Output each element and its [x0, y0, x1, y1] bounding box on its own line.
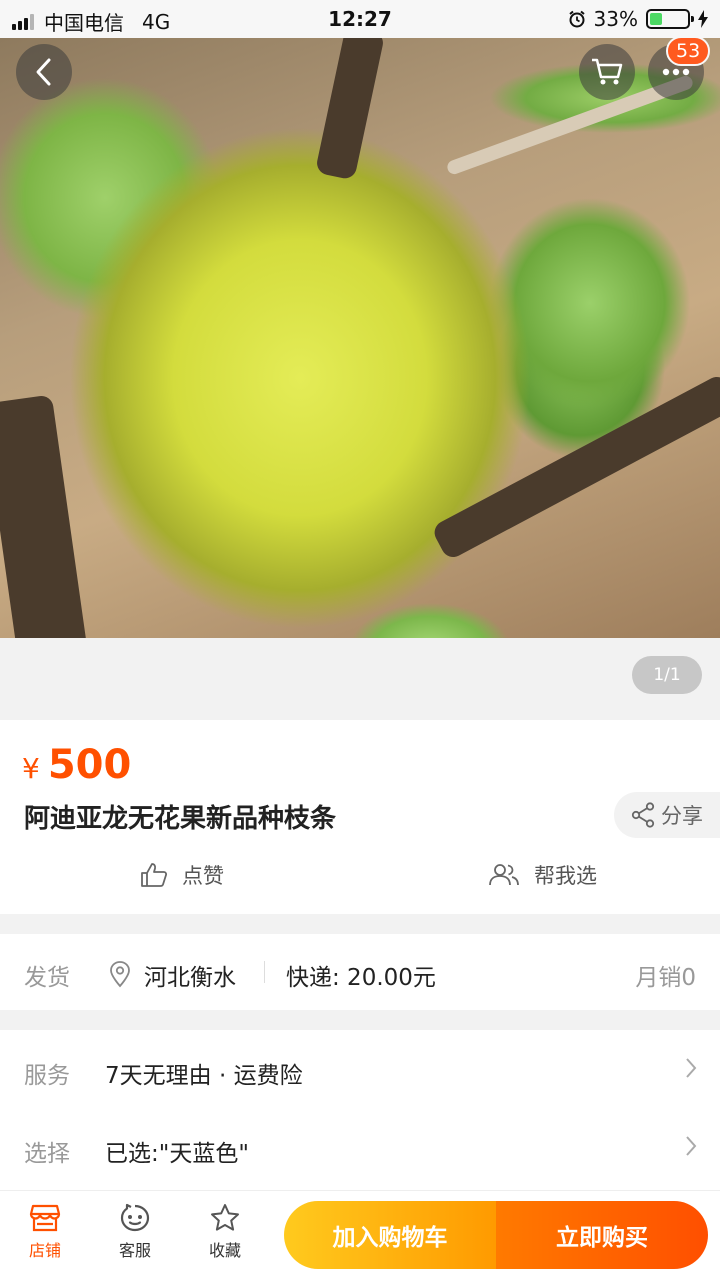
divider: [264, 961, 265, 983]
favorite-label: 收藏: [208, 1241, 241, 1260]
gallery-footer: [0, 638, 720, 720]
location-pin-icon: [110, 961, 130, 988]
select-variant-row[interactable]: 选择 已选:"天蓝色": [0, 1128, 720, 1168]
service-row[interactable]: 服务 7天无理由 · 运费险: [0, 1050, 720, 1090]
select-label: 选择: [24, 1141, 70, 1167]
status-bar: 中国电信 4G 12:27 33%: [0, 0, 720, 38]
share-button[interactable]: 分享: [614, 792, 720, 838]
service-label: 服务: [24, 1063, 70, 1089]
cart-button[interactable]: [579, 44, 635, 100]
purchase-buttons: 加入购物车 立即购买: [284, 1201, 708, 1269]
currency-symbol: ¥: [22, 752, 40, 785]
battery-percent: 33%: [593, 7, 638, 31]
bottom-action-bar: 店铺 客服 收藏 加入购物车 立即购买: [0, 1190, 720, 1280]
service-section: 服务 7天无理由 · 运费险 选择 已选:"天蓝色": [0, 1030, 720, 1194]
image-counter: 1/1: [632, 656, 702, 694]
people-icon: [489, 864, 519, 886]
service-value: 7天无理由 · 运费险: [105, 1063, 303, 1089]
share-label: 分享: [661, 804, 703, 828]
product-info: ¥ 500 阿迪亚龙无花果新品种枝条 分享 点赞 帮我选: [0, 720, 720, 914]
store-tab[interactable]: 店铺: [10, 1203, 80, 1261]
help-choose-label: 帮我选: [534, 864, 597, 888]
cart-icon: [592, 58, 623, 85]
chevron-right-icon: [686, 1058, 697, 1078]
support-label: 客服: [118, 1241, 151, 1260]
help-choose-button[interactable]: 帮我选: [488, 860, 597, 890]
buy-now-button[interactable]: 立即购买: [496, 1201, 708, 1269]
back-button[interactable]: [16, 44, 72, 100]
chevron-left-icon: [36, 58, 51, 86]
price: ¥ 500: [22, 742, 131, 788]
favorite-tab[interactable]: 收藏: [190, 1203, 260, 1261]
product-image[interactable]: [0, 38, 720, 638]
alarm-icon: [568, 10, 585, 28]
like-label: 点赞: [182, 864, 224, 888]
support-tab[interactable]: 客服: [100, 1203, 170, 1261]
shipping-label: 发货: [24, 965, 70, 991]
selected-variant: 已选:"天蓝色": [105, 1141, 249, 1167]
product-title: 阿迪亚龙无花果新品种枝条: [24, 804, 337, 834]
more-dots-icon: [662, 68, 690, 76]
add-to-cart-button[interactable]: 加入购物车: [284, 1201, 496, 1269]
message-count-badge: 53: [666, 36, 711, 66]
chevron-right-icon: [686, 1136, 697, 1156]
thumbs-up-icon: [141, 863, 168, 887]
like-button[interactable]: 点赞: [140, 860, 224, 890]
charging-icon: [698, 10, 708, 28]
share-icon: [631, 802, 655, 828]
monthly-sales: 月销0: [635, 965, 696, 991]
star-icon: [211, 1204, 239, 1231]
shipping-info: 发货 河北衡水 快递: 20.00元 月销0: [0, 934, 720, 1010]
express-fee: 快递: 20.00元: [286, 965, 436, 991]
battery-icon: [646, 9, 694, 29]
price-value: 500: [47, 742, 132, 788]
ship-from-location: 河北衡水: [144, 965, 236, 991]
store-icon: [29, 1204, 61, 1232]
customer-service-icon: [120, 1203, 150, 1232]
store-label: 店铺: [28, 1241, 61, 1260]
